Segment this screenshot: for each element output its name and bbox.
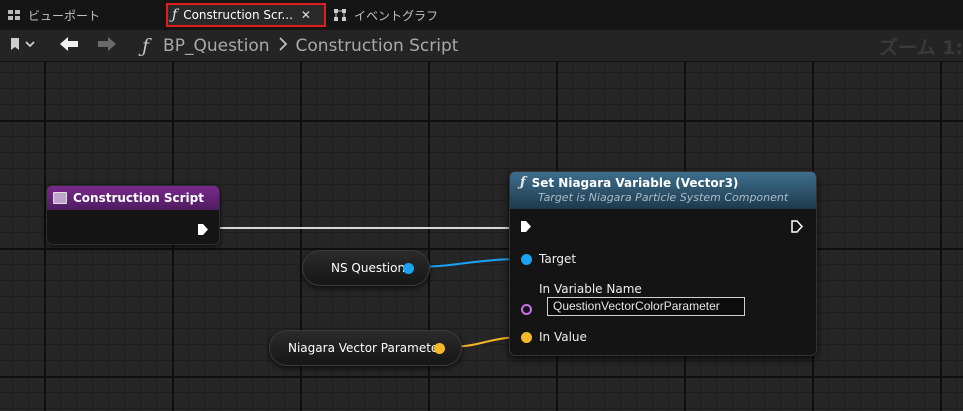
tab-bar: ビューポート ƒ Construction Scr... ✕ イベントグラフ	[0, 0, 963, 30]
node-label: NS Question	[331, 261, 406, 275]
chevron-right-icon	[278, 36, 288, 56]
function-icon: ƒ	[142, 35, 150, 57]
exec-pin-icon	[791, 220, 803, 233]
function-icon: ƒ	[172, 7, 178, 23]
exec-out-pin[interactable]	[791, 220, 803, 233]
node-header: Construction Script	[47, 186, 219, 210]
pin-label: Target	[539, 252, 577, 266]
object-pin-icon	[521, 253, 532, 265]
viewport-icon	[6, 7, 22, 23]
back-arrow-icon	[58, 36, 80, 56]
close-icon[interactable]: ✕	[301, 8, 311, 22]
variable-name-input[interactable]: QuestionVectorColorParameter	[547, 297, 745, 316]
node-title: Set Niagara Variable (Vector3)	[531, 175, 739, 190]
bookmark-icon	[6, 36, 36, 56]
forward-arrow-icon	[96, 36, 118, 56]
breadcrumb: ƒ BP_Question Construction Script	[142, 30, 458, 62]
tab-viewport-label: ビューポート	[28, 8, 101, 23]
construction-script-node[interactable]: Construction Script	[46, 185, 220, 245]
graph-toolbar: ƒ BP_Question Construction Script ズーム 1:	[0, 30, 963, 62]
event-graph-icon	[332, 7, 348, 23]
tab-construction-script-label: Construction Scr...	[183, 8, 293, 22]
function-icon: ƒ	[520, 175, 526, 190]
output-pin[interactable]	[434, 343, 445, 354]
pin-label: In Variable Name	[539, 282, 642, 296]
value-pin[interactable]: In Value	[521, 330, 587, 344]
tab-construction-script[interactable]: ƒ Construction Scr... ✕	[166, 3, 326, 27]
set-niagara-variable-node[interactable]: ƒ Set Niagara Variable (Vector3) Target …	[509, 171, 817, 356]
forward-button[interactable]	[94, 30, 120, 62]
node-subtitle: Target is Niagara Particle System Compon…	[538, 191, 789, 204]
event-icon	[53, 192, 67, 204]
target-pin[interactable]: Target	[521, 252, 576, 266]
bookmark-button[interactable]	[6, 30, 44, 62]
exec-pin-icon	[521, 221, 531, 232]
exec-pin-icon[interactable]	[197, 221, 209, 240]
back-button[interactable]	[56, 30, 82, 62]
ns-question-node[interactable]: NS Question	[302, 250, 430, 286]
graph-canvas[interactable]: Construction Script NS Question Niagara …	[0, 62, 963, 411]
breadcrumb-blueprint[interactable]: BP_Question	[163, 36, 269, 56]
struct-pin-icon	[521, 331, 532, 343]
node-title: Construction Script	[73, 191, 204, 205]
niagara-vector-parameter-node[interactable]: Niagara Vector Parameter	[269, 330, 462, 366]
node-label: Niagara Vector Parameter	[288, 341, 444, 355]
tab-event-graph[interactable]: イベントグラフ	[332, 3, 438, 27]
tab-event-graph-label: イベントグラフ	[354, 8, 439, 23]
output-pin[interactable]	[403, 263, 414, 274]
node-header: ƒ Set Niagara Variable (Vector3) Target …	[510, 172, 816, 209]
breadcrumb-graph[interactable]: Construction Script	[296, 36, 459, 56]
string-pin-icon	[521, 304, 532, 315]
tab-viewport[interactable]: ビューポート	[6, 3, 100, 27]
zoom-level: ズーム 1:	[879, 36, 963, 59]
exec-in-pin[interactable]	[520, 220, 532, 233]
pin-label: In Value	[539, 330, 587, 344]
